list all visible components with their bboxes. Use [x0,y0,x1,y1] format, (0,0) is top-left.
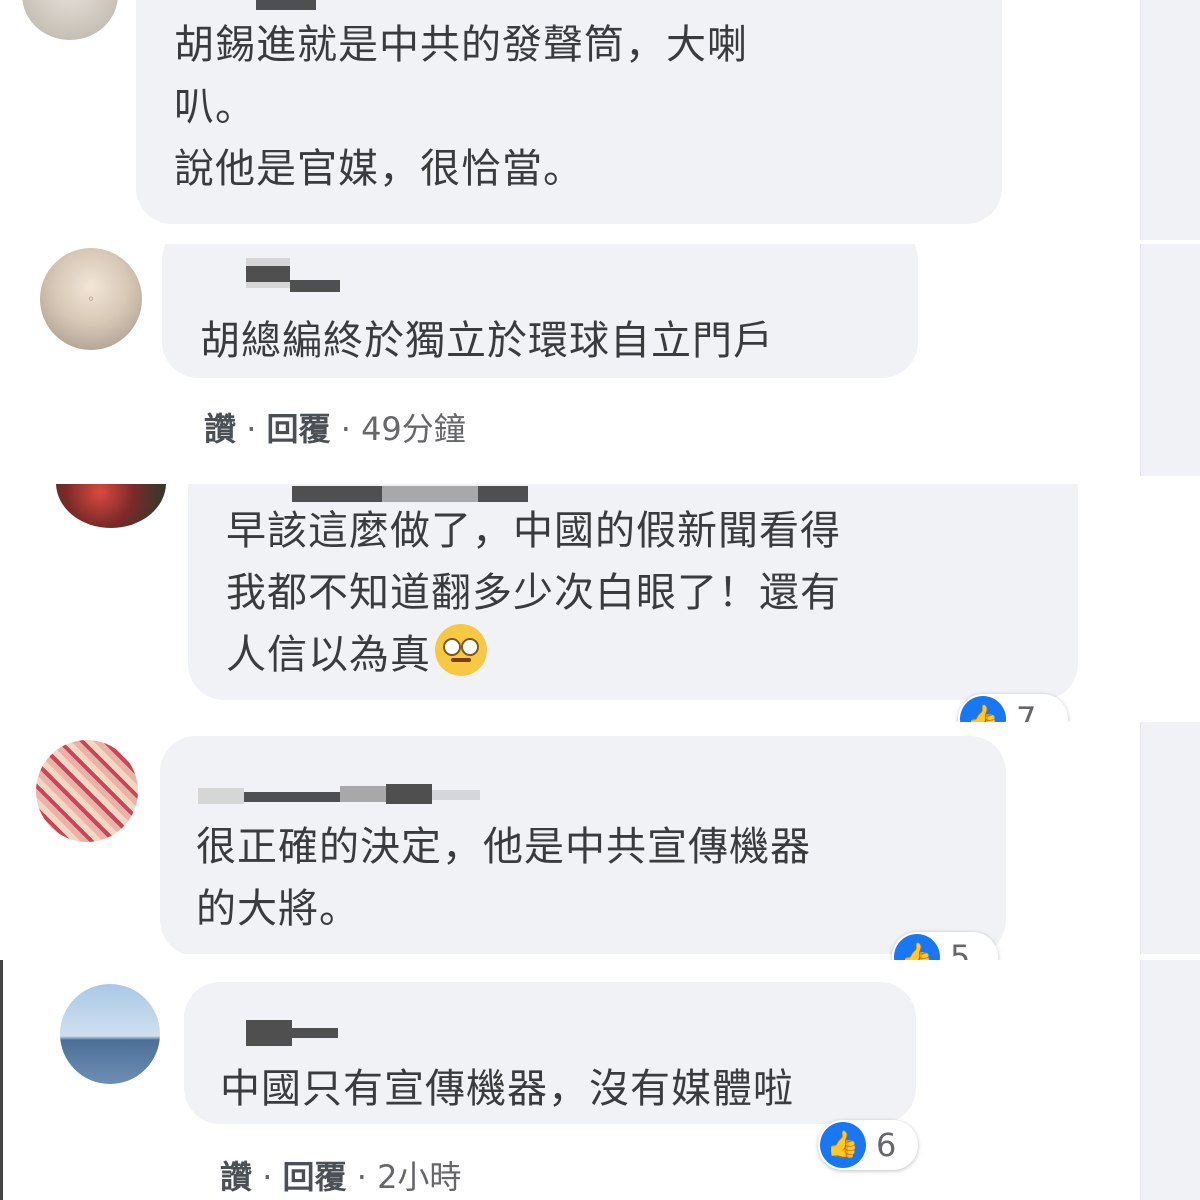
blurred-commenter-name [246,266,290,282]
blurred-commenter-name [292,1028,338,1038]
comment-text: 胡總編終於獨立於環球自立門戶 [200,318,774,364]
comment-text: 胡錫進就是中共的發聲筒，大喇 叭。 說他是官媒，很恰當。 [174,22,748,192]
blurred-commenter-name [256,0,316,10]
commenter-avatar[interactable] [22,0,118,40]
comment-actions: 讚 · 回覆 · 49分鐘 [204,410,466,448]
comment-timestamp[interactable]: 2小時 [377,1158,461,1196]
blurred-commenter-name [246,1020,292,1046]
blurred-commenter-name [432,790,480,800]
commenter-avatar[interactable]: ◦ [40,248,142,350]
commenter-avatar[interactable] [36,740,138,842]
blurred-commenter-name [290,280,340,292]
like-link[interactable]: 讚 [220,1158,252,1196]
reaction-count: 6 [876,1126,897,1164]
like-link[interactable]: 讚 [204,410,236,448]
comment-text: 早該這麼做了，中國的假新聞看得 我都不知道翻多少次白眼了！還有 人信以為真 [226,508,841,678]
panel-border [0,960,3,1200]
scrollbar-strip [1140,960,1200,1200]
thumbs-up-icon: 👍 [820,1122,866,1168]
comment-timestamp[interactable]: 49分鐘 [361,410,466,448]
comment-actions: 讚 · 回覆 · 2小時 [220,1158,462,1196]
commenter-avatar[interactable] [56,484,166,528]
blurred-commenter-name [386,784,432,804]
reply-link[interactable]: 回覆 [267,410,331,448]
blurred-commenter-name [244,792,340,802]
reaction-summary[interactable]: 👍 6 [818,1120,918,1170]
face-with-rolling-eyes-icon [435,624,487,676]
comment-text: 中國只有宣傳機器，沒有媒體啦 [220,1066,794,1112]
blurred-commenter-name [340,786,386,802]
commenter-avatar[interactable] [60,984,160,1084]
scrollbar-strip [1140,0,1200,240]
comment-text: 很正確的決定，他是中共宣傳機器 的大將。 [196,824,811,932]
blurred-commenter-name [198,788,244,804]
reply-link[interactable]: 回覆 [283,1158,347,1196]
scrollbar-strip [1140,244,1200,476]
scrollbar-strip [1140,722,1200,954]
